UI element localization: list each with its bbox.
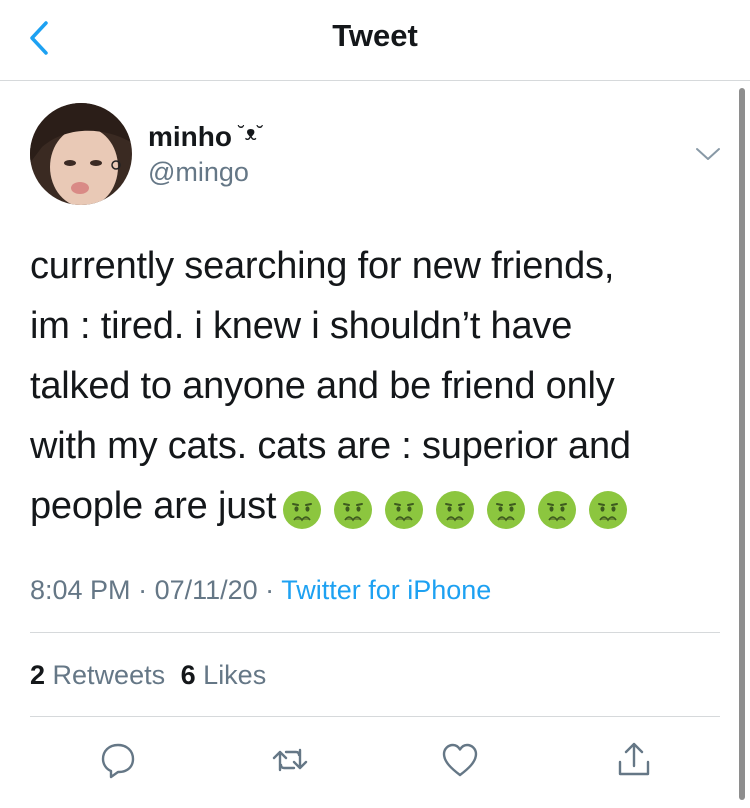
retweets-stat[interactable]: 2 Retweets bbox=[30, 660, 165, 690]
nauseated-face-emoji bbox=[436, 490, 475, 529]
divider bbox=[30, 716, 720, 717]
tweet-source-link[interactable]: Twitter for iPhone bbox=[281, 575, 491, 605]
retweet-button[interactable] bbox=[270, 740, 310, 780]
nauseated-face-emoji bbox=[538, 490, 577, 529]
nauseated-face-emoji bbox=[385, 490, 424, 529]
likes-label: Likes bbox=[203, 660, 267, 690]
tweet-stats: 2 Retweets 6 Likes bbox=[30, 660, 266, 691]
nauseated-face-emoji bbox=[283, 490, 322, 529]
likes-count: 6 bbox=[180, 660, 196, 690]
display-name-text: minho bbox=[148, 121, 232, 152]
tweet-line-text: people are just bbox=[30, 485, 277, 527]
nauseated-face-emoji bbox=[334, 490, 373, 529]
reply-button[interactable] bbox=[98, 740, 138, 780]
likes-stat[interactable]: 6 Likes bbox=[181, 660, 267, 690]
comment-icon bbox=[101, 743, 135, 779]
tweet-line: with my cats. cats are : superior and bbox=[30, 425, 631, 467]
user-handle[interactable]: @mingo bbox=[148, 157, 249, 188]
nauseated-face-emoji bbox=[487, 490, 526, 529]
retweets-label: Retweets bbox=[52, 660, 166, 690]
tweet-line: talked to anyone and be friend only bbox=[30, 365, 615, 407]
emoji-row bbox=[282, 478, 639, 538]
tweet-line: im : tired. i knew i shouldn’t have bbox=[30, 305, 573, 347]
display-name[interactable]: minho ˘ᴥ˘ bbox=[148, 121, 263, 153]
tweet-line: people are just bbox=[30, 476, 720, 538]
top-bar: Tweet bbox=[0, 0, 750, 81]
retweet-icon bbox=[272, 748, 308, 772]
tweet-line: currently searching for new friends, bbox=[30, 245, 615, 287]
more-options-button[interactable] bbox=[693, 142, 723, 166]
meta-separator: · bbox=[130, 575, 155, 605]
divider bbox=[30, 632, 720, 633]
share-button[interactable] bbox=[614, 740, 654, 780]
tweet-meta: 8:04 PM · 07/11/20 · Twitter for iPhone bbox=[30, 575, 491, 606]
chevron-down-icon bbox=[696, 148, 720, 160]
avatar[interactable] bbox=[30, 103, 132, 205]
meta-separator: · bbox=[257, 575, 282, 605]
tweet-date: 07/11/20 bbox=[154, 575, 258, 605]
heart-icon bbox=[442, 743, 478, 777]
nauseated-face-emoji bbox=[589, 490, 628, 529]
page-title: Tweet bbox=[332, 18, 418, 53]
scrollbar[interactable] bbox=[739, 88, 745, 800]
retweets-count: 2 bbox=[30, 660, 46, 690]
tweet-text: currently searching for new friends, im … bbox=[30, 236, 720, 538]
tweet-time: 8:04 PM bbox=[30, 575, 131, 605]
name-decoration: ˘ᴥ˘ bbox=[238, 123, 264, 145]
share-icon bbox=[618, 742, 650, 776]
like-button[interactable] bbox=[440, 740, 480, 780]
